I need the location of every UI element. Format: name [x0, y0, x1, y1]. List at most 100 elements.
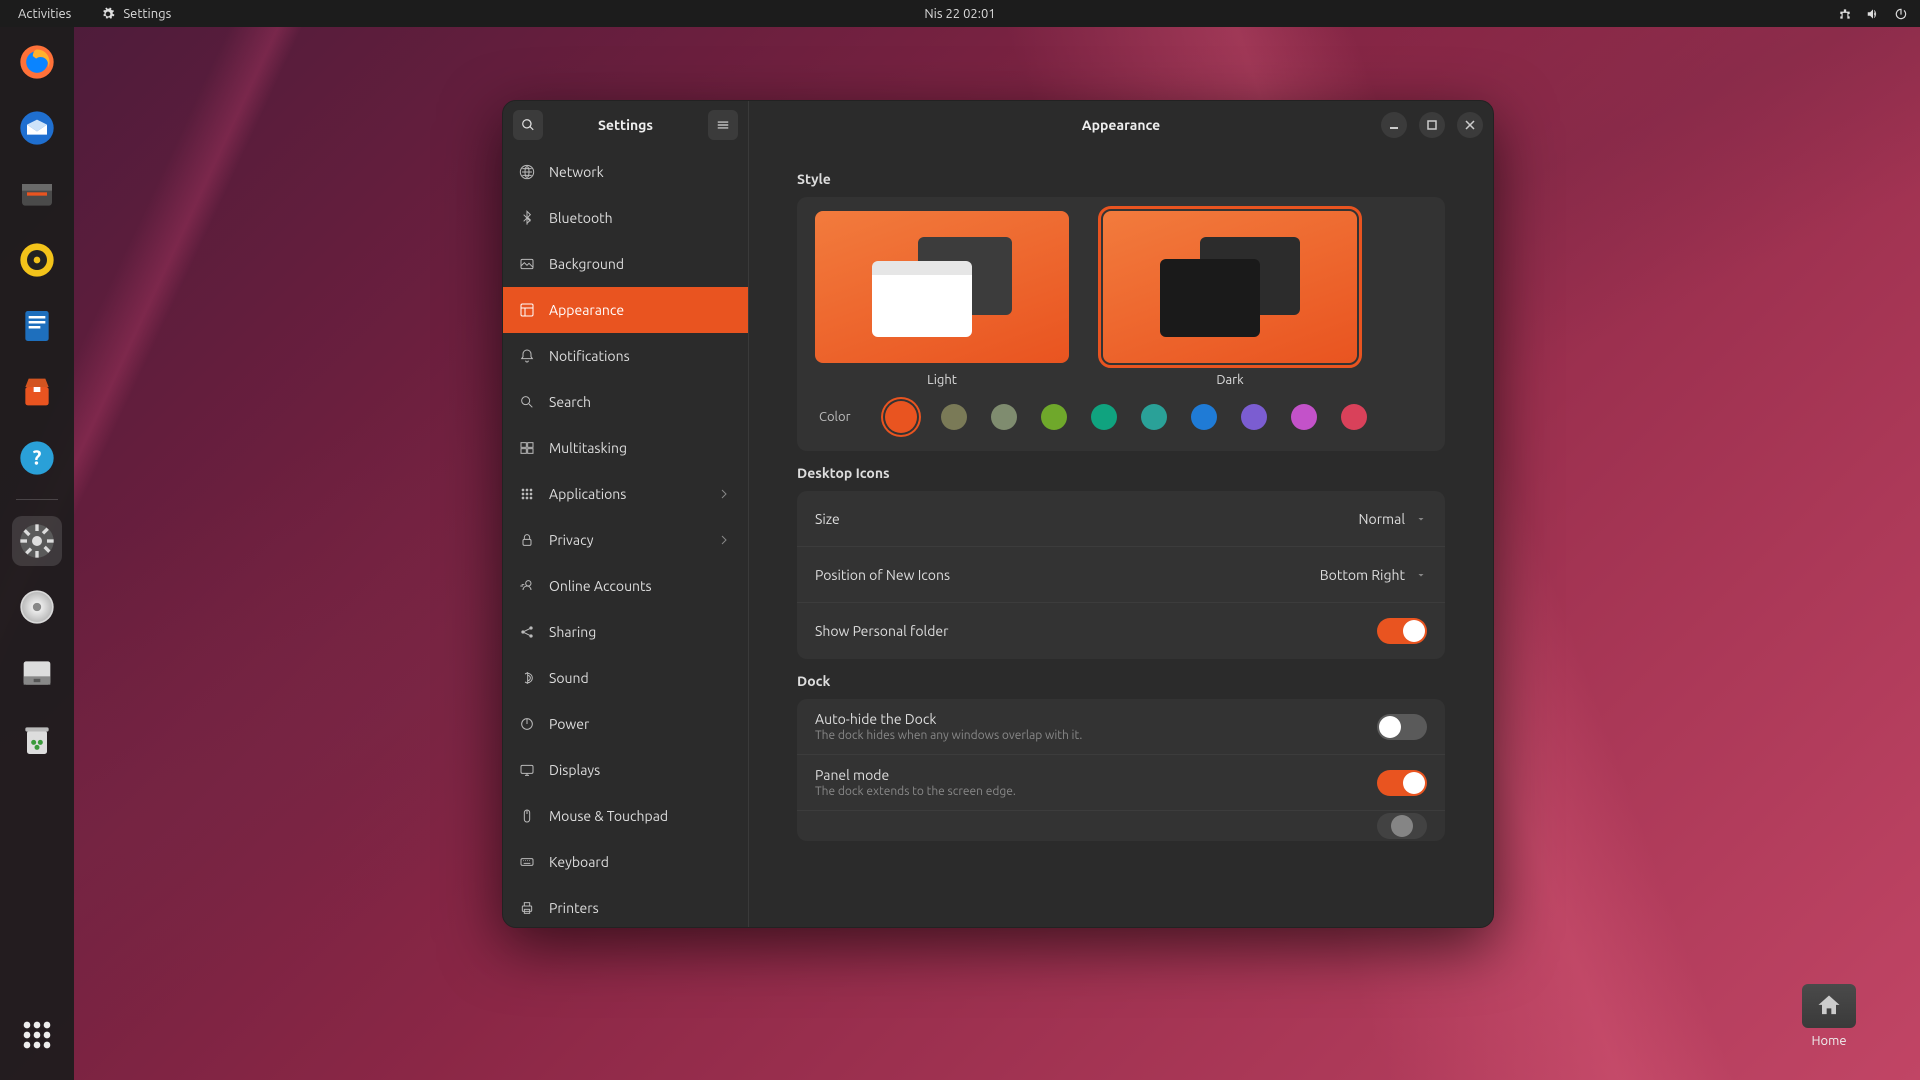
- sidebar-item-label: Keyboard: [549, 854, 609, 870]
- power-icon: [1894, 7, 1908, 21]
- close-icon: [1465, 120, 1475, 130]
- sidebar-item-label: Privacy: [549, 532, 593, 548]
- desktop-icons-card: Size Normal Position of New Icons Bottom…: [797, 491, 1445, 659]
- color-swatch-9[interactable]: [1341, 404, 1367, 430]
- pane-title: Appearance: [1082, 117, 1160, 133]
- sidebar-item-sound[interactable]: Sound: [503, 655, 748, 701]
- icon-size-value: Normal: [1359, 511, 1405, 527]
- dock-settings[interactable]: [12, 516, 62, 566]
- dock-thunderbird[interactable]: [12, 103, 62, 153]
- topbar-app-menu[interactable]: Settings: [89, 7, 183, 21]
- sidebar-item-label: Appearance: [549, 302, 624, 318]
- show-personal-label: Show Personal folder: [815, 623, 1377, 639]
- color-swatch-6[interactable]: [1191, 404, 1217, 430]
- keyboard-icon: [519, 854, 535, 870]
- row-panel-mode: Panel mode The dock extends to the scree…: [797, 755, 1445, 811]
- network-icon: [519, 164, 535, 180]
- panel-mode-label: Panel mode: [815, 767, 1377, 783]
- window-close-button[interactable]: [1457, 112, 1483, 138]
- sidebar-item-applications[interactable]: Applications: [503, 471, 748, 517]
- toggle-panel-mode[interactable]: [1377, 770, 1427, 796]
- sidebar-item-privacy[interactable]: Privacy: [503, 517, 748, 563]
- theme-dark-label: Dark: [1216, 373, 1243, 387]
- sound-icon: [519, 670, 535, 686]
- chevron-right-icon: [716, 486, 732, 502]
- sidebar-item-sharing[interactable]: Sharing: [503, 609, 748, 655]
- activities-button[interactable]: Activities: [0, 7, 89, 21]
- color-swatch-3[interactable]: [1041, 404, 1067, 430]
- dock-card: Auto-hide the Dock The dock hides when a…: [797, 699, 1445, 841]
- row-extra: [797, 811, 1445, 841]
- sidebar-item-mouse[interactable]: Mouse & Touchpad: [503, 793, 748, 839]
- color-swatch-5[interactable]: [1141, 404, 1167, 430]
- chevron-down-icon: [1415, 513, 1427, 525]
- row-autohide: Auto-hide the Dock The dock hides when a…: [797, 699, 1445, 755]
- theme-light-label: Light: [927, 373, 957, 387]
- sidebar-item-multitasking[interactable]: Multitasking: [503, 425, 748, 471]
- dock-help[interactable]: ?: [12, 433, 62, 483]
- search-icon: [521, 118, 535, 132]
- color-swatch-0[interactable]: [885, 401, 917, 433]
- sidebar-search-button[interactable]: [513, 110, 543, 140]
- topbar-app-label: Settings: [123, 7, 171, 21]
- dock-trash[interactable]: [12, 714, 62, 764]
- row-icon-position[interactable]: Position of New Icons Bottom Right: [797, 547, 1445, 603]
- system-tray[interactable]: [1838, 7, 1908, 21]
- sidebar-item-notifications[interactable]: Notifications: [503, 333, 748, 379]
- dock-software[interactable]: [12, 367, 62, 417]
- notifications-icon: [519, 348, 535, 364]
- gear-icon: [101, 7, 115, 21]
- sidebar-item-online-accounts[interactable]: Online Accounts: [503, 563, 748, 609]
- autohide-label: Auto-hide the Dock: [815, 711, 1377, 727]
- sidebar-item-label: Network: [549, 164, 604, 180]
- sidebar-item-power[interactable]: Power: [503, 701, 748, 747]
- topbar-clock[interactable]: Nis 22 02:01: [924, 7, 995, 21]
- sidebar-item-appearance[interactable]: Appearance: [503, 287, 748, 333]
- sidebar-item-printers[interactable]: Printers: [503, 885, 748, 927]
- dock-show-apps[interactable]: [12, 1010, 62, 1060]
- sidebar-item-label: Sound: [549, 670, 589, 686]
- network-icon: [1838, 7, 1852, 21]
- sidebar-item-network[interactable]: Network: [503, 149, 748, 195]
- window-minimize-button[interactable]: [1381, 112, 1407, 138]
- color-swatch-7[interactable]: [1241, 404, 1267, 430]
- section-dock: Dock: [797, 673, 1445, 689]
- theme-dark[interactable]: Dark: [1103, 211, 1357, 387]
- color-swatch-2[interactable]: [991, 404, 1017, 430]
- dock: ?: [0, 27, 74, 1080]
- sidebar-item-bluetooth[interactable]: Bluetooth: [503, 195, 748, 241]
- dock-separator: [16, 499, 58, 500]
- toggle-show-personal[interactable]: [1377, 618, 1427, 644]
- dock-firefox[interactable]: [12, 37, 62, 87]
- sidebar-item-keyboard[interactable]: Keyboard: [503, 839, 748, 885]
- power-icon: [519, 716, 535, 732]
- dock-rhythmbox[interactable]: [12, 235, 62, 285]
- window-maximize-button[interactable]: [1419, 112, 1445, 138]
- sidebar-menu-button[interactable]: [708, 110, 738, 140]
- sidebar-item-background[interactable]: Background: [503, 241, 748, 287]
- dock-writer[interactable]: [12, 301, 62, 351]
- color-swatch-4[interactable]: [1091, 404, 1117, 430]
- sidebar-item-search[interactable]: Search: [503, 379, 748, 425]
- multitasking-icon: [519, 440, 535, 456]
- row-icon-size[interactable]: Size Normal: [797, 491, 1445, 547]
- dock-files[interactable]: [12, 169, 62, 219]
- dock-disc[interactable]: [12, 582, 62, 632]
- sidebar-item-displays[interactable]: Displays: [503, 747, 748, 793]
- toggle-autohide[interactable]: [1377, 714, 1427, 740]
- sidebar-item-label: Online Accounts: [549, 578, 652, 594]
- theme-light[interactable]: Light: [815, 211, 1069, 387]
- svg-text:?: ?: [33, 446, 42, 469]
- toggle-extra[interactable]: [1377, 813, 1427, 839]
- sidebar-item-label: Multitasking: [549, 440, 627, 456]
- chevron-down-icon: [1415, 569, 1427, 581]
- desktop-home-icon[interactable]: Home: [1802, 984, 1856, 1048]
- desktop-home-label: Home: [1811, 1034, 1846, 1048]
- search-icon: [519, 394, 535, 410]
- online-accounts-icon: [519, 578, 535, 594]
- dock-device[interactable]: [12, 648, 62, 698]
- sidebar-item-label: Displays: [549, 762, 600, 778]
- color-swatch-8[interactable]: [1291, 404, 1317, 430]
- privacy-icon: [519, 532, 535, 548]
- color-swatch-1[interactable]: [941, 404, 967, 430]
